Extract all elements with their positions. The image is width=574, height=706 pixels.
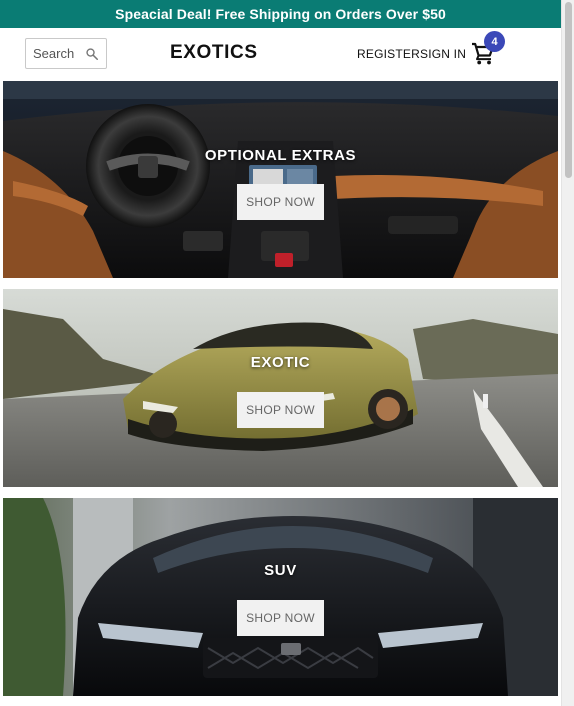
banner-exotic[interactable]: EXOTIC SHOP NOW <box>3 289 558 487</box>
banner-suv[interactable]: SUV SHOP NOW <box>3 498 558 696</box>
exotic-car-image <box>3 289 558 487</box>
shop-now-button[interactable]: SHOP NOW <box>237 600 324 636</box>
banner-title: OPTIONAL EXTRAS <box>204 147 357 164</box>
shop-now-button[interactable]: SHOP NOW <box>237 392 324 428</box>
site-logo[interactable]: EXOTICS <box>170 42 258 64</box>
register-link[interactable]: REGISTER <box>357 47 420 61</box>
search-icon[interactable] <box>85 47 99 61</box>
scrollbar-thumb[interactable] <box>565 2 572 178</box>
vertical-scrollbar[interactable] <box>561 0 574 706</box>
cart-count-badge: 4 <box>484 31 505 52</box>
banner-title: EXOTIC <box>250 354 311 371</box>
header: EXOTICS REGISTER SIGN IN 4 <box>0 28 561 81</box>
shop-now-button[interactable]: SHOP NOW <box>237 184 324 220</box>
announcement-text: Speacial Deal! Free Shipping on Orders O… <box>115 6 446 22</box>
search-input[interactable] <box>33 46 89 61</box>
announcement-bar: Speacial Deal! Free Shipping on Orders O… <box>0 0 561 28</box>
banner-optional-extras[interactable]: OPTIONAL EXTRAS SHOP NOW <box>3 81 558 278</box>
sign-in-link[interactable]: SIGN IN <box>420 47 466 61</box>
suv-image <box>3 498 558 696</box>
search-box[interactable] <box>25 38 107 69</box>
car-interior-image <box>3 81 558 278</box>
banner-title: SUV <box>264 562 297 579</box>
